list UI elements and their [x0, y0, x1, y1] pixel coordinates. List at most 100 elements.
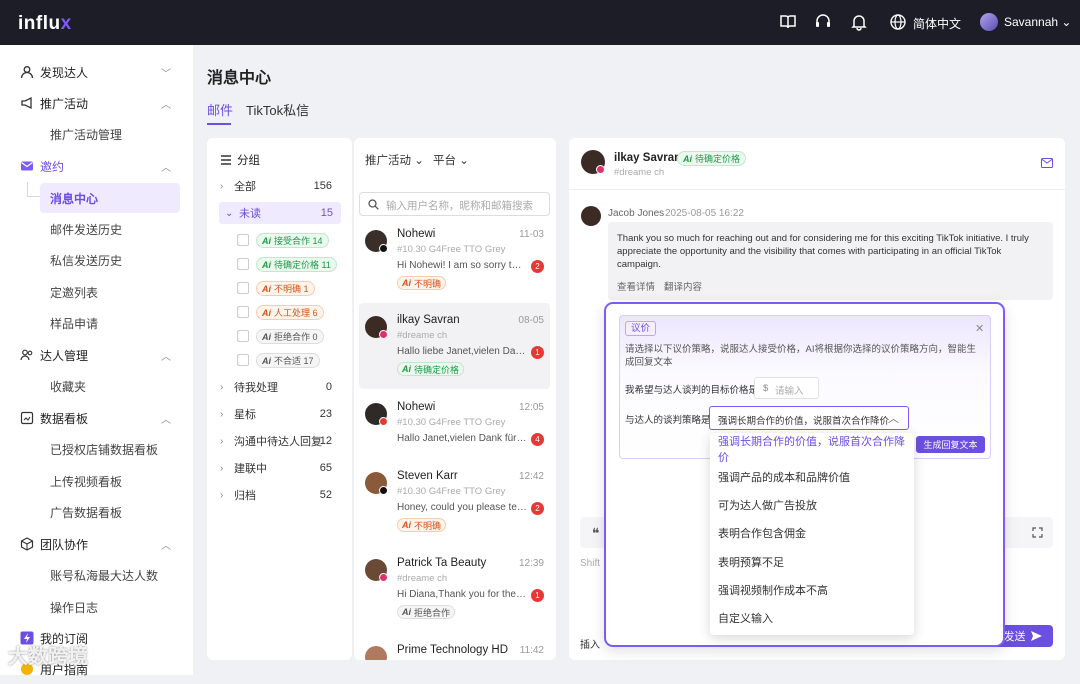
group-all[interactable]: › 全部 156: [220, 175, 340, 197]
checkbox[interactable]: [237, 234, 249, 246]
tag-reject[interactable]: Ai 拒绝合作 0: [256, 329, 324, 344]
sidebar-item-video-dashboard[interactable]: 上传视频看板: [40, 466, 180, 496]
tag-pending-price[interactable]: Ai 待确定价格 11: [256, 257, 337, 272]
group-header: 分组: [220, 152, 260, 168]
sidebar-item-team[interactable]: 团队协作 ︿: [0, 529, 193, 559]
sidebar-item-scheduled-list[interactable]: 定邀列表: [40, 277, 180, 307]
group-connecting[interactable]: › 建联中 65: [220, 457, 340, 479]
strategy-option[interactable]: 表明预算不足: [710, 548, 914, 576]
cube-icon: [20, 537, 34, 551]
search-input[interactable]: 输入用户名称，昵称和邮箱搜索: [359, 192, 550, 216]
unread-badge: 2: [531, 502, 544, 515]
group-awaiting-reply[interactable]: › 沟通中待达人回复 12: [220, 430, 340, 452]
message-item[interactable]: Steven Karr 12:42 #10.30 G4Free TTO Grey H…: [359, 459, 550, 545]
language-selector[interactable]: 简体中文: [913, 15, 961, 32]
close-icon[interactable]: ✕: [975, 322, 984, 335]
user-menu[interactable]: Savannah ⌄: [1004, 15, 1071, 29]
generate-reply-button[interactable]: 生成回复文本: [916, 436, 985, 453]
status-tag: Ai 拒绝合作: [397, 605, 456, 619]
group-archived[interactable]: › 归档 52: [220, 484, 340, 506]
message-bubble: Thank you so much for reaching out and f…: [608, 222, 1053, 300]
message-item[interactable]: Prime Technology HD 11:42: [359, 633, 550, 660]
checkbox[interactable]: [237, 282, 249, 294]
sidebar-item-invite[interactable]: 邀约 ︿: [0, 151, 193, 181]
tab-tiktok-dm[interactable]: TikTok私信: [246, 100, 309, 119]
sidebar-item-shop-dashboard[interactable]: 已授权店铺数据看板: [40, 434, 180, 464]
headset-icon[interactable]: [814, 13, 832, 31]
page-title: 消息中心: [207, 70, 272, 87]
bell-icon[interactable]: [850, 13, 868, 31]
user-icon: [20, 66, 34, 79]
sidebar-item-message-center[interactable]: 消息中心: [40, 183, 180, 213]
user-avatar[interactable]: [980, 13, 998, 31]
list-icon: [221, 155, 231, 165]
view-detail-link[interactable]: 查看详情: [617, 279, 655, 293]
search-icon: [368, 199, 379, 210]
avatar: [365, 646, 387, 660]
status-tag: Ai 待确定价格: [397, 362, 465, 376]
tag-manual[interactable]: Ai 人工处理 6: [256, 305, 324, 320]
tiktok-icon: [379, 244, 388, 253]
checkbox[interactable]: [237, 354, 249, 366]
expand-icon[interactable]: [1032, 527, 1043, 538]
strategy-option[interactable]: 表明合作包含佣金: [710, 519, 914, 547]
tag-unsuitable[interactable]: Ai 不合适 17: [256, 353, 320, 368]
mail-icon[interactable]: [1041, 158, 1053, 168]
group-unread[interactable]: ⌄ 未读 15: [219, 202, 341, 224]
contact-name: ilkay Savran: [614, 152, 682, 164]
message-item-selected[interactable]: ilkay Savran 08-05 #dreame ch Hallo liebe …: [359, 303, 550, 389]
filter-campaign[interactable]: 推广活动 ⌄: [365, 152, 424, 168]
checkbox[interactable]: [237, 258, 249, 270]
sidebar-item-campaigns[interactable]: 推广活动 ︿: [0, 88, 193, 118]
translate-link[interactable]: 翻译内容: [664, 279, 702, 293]
unread-badge: 4: [531, 433, 544, 446]
sidebar-item-creator-manage[interactable]: 达人管理 ︿: [0, 340, 193, 370]
megaphone-icon: [21, 96, 32, 110]
dashboard-icon: [20, 411, 34, 425]
group-starred[interactable]: › 星标 23: [220, 403, 340, 425]
sidebar-item-account-creator[interactable]: 账号私海最大达人数: [40, 560, 180, 590]
tab-email[interactable]: 邮件: [207, 100, 233, 119]
sidebar-item-dashboards[interactable]: 数据看板 ︿: [0, 403, 193, 433]
status-tag: Ai 不明确: [397, 276, 447, 290]
sidebar-item-email-history[interactable]: 邮件发送历史: [40, 214, 180, 244]
app-logo[interactable]: influx: [18, 13, 72, 35]
tag-accept[interactable]: Ai 接受合作 14: [256, 233, 329, 248]
strategy-option[interactable]: 自定义输入: [710, 604, 914, 632]
sidebar-item-campaign-manage[interactable]: 推广活动管理: [40, 119, 180, 149]
users-icon: [20, 349, 33, 361]
sidebar-item-ad-dashboard[interactable]: 广告数据看板: [40, 497, 180, 527]
sidebar-item-discover[interactable]: 发现达人 ﹀: [0, 57, 193, 87]
strategy-option[interactable]: 强调视频制作成本不高: [710, 576, 914, 604]
chevron-right-icon: ›: [220, 180, 224, 192]
tag-unclear[interactable]: Ai 不明确 1: [256, 281, 315, 296]
instagram-icon: [379, 573, 388, 582]
instagram-icon: [379, 330, 388, 339]
watermark: 大数跨境: [8, 646, 88, 668]
sidebar-item-operation-log[interactable]: 操作日志: [40, 592, 180, 622]
chevron-up-icon: ︿: [161, 540, 171, 552]
checkbox[interactable]: [237, 330, 249, 342]
price-input[interactable]: $ 请输入: [754, 377, 819, 399]
chevron-down-icon: ﹀: [161, 68, 171, 80]
globe-icon[interactable]: [889, 13, 907, 31]
message-item[interactable]: Nohewi 11-03 #10.30 G4Free TTO Grey Hi Noh…: [359, 217, 550, 303]
negotiation-desc: 请选择以下议价策略，说服达人接受价格，AI将根据你选择的议价策略方向，智能生成回…: [625, 344, 976, 368]
chevron-up-icon: ︿: [161, 162, 171, 174]
strategy-select[interactable]: 强调长期合作的价值，说服首次合作降价 ︿: [709, 406, 909, 430]
strategy-option[interactable]: 强调产品的成本和品牌价值: [710, 463, 914, 491]
strategy-option[interactable]: 强调长期合作的价值，说服首次合作降价: [710, 435, 914, 464]
shift-hint: Shift: [580, 558, 601, 569]
sidebar-item-sample-apply[interactable]: 样品申请: [40, 308, 180, 338]
sidebar-item-favorites[interactable]: 收藏夹: [40, 371, 180, 401]
quote-icon[interactable]: ❝: [592, 525, 600, 542]
mail-icon: [21, 161, 33, 171]
message-item[interactable]: Patrick Ta Beauty 12:39 #dreame ch Hi Dian…: [359, 546, 550, 632]
sidebar-item-dm-history[interactable]: 私信发送历史: [40, 245, 180, 275]
filter-platform[interactable]: 平台 ⌄: [433, 152, 469, 168]
sender-name: Jacob Jones: [608, 208, 665, 219]
book-icon[interactable]: [779, 13, 797, 31]
group-my-todo[interactable]: › 待我处理 0: [220, 376, 340, 398]
strategy-option[interactable]: 可为达人做广告投放: [710, 491, 914, 519]
checkbox[interactable]: [237, 306, 249, 318]
